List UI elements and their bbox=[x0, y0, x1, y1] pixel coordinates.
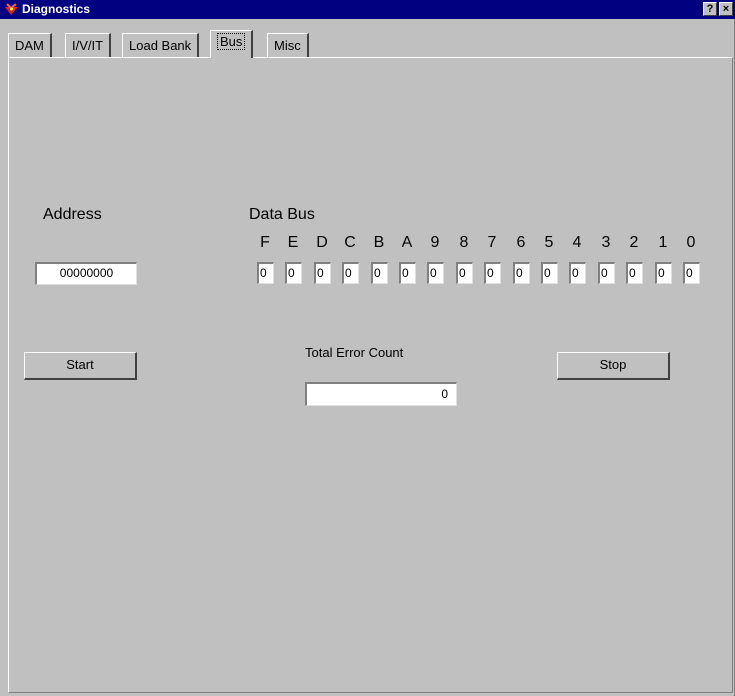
bit-label-1: 1 bbox=[658, 234, 668, 251]
bit-label-7: 7 bbox=[487, 234, 497, 251]
bit-field-5[interactable]: 0 bbox=[541, 262, 558, 284]
tab-bus[interactable]: Bus bbox=[210, 30, 254, 58]
stop-button[interactable]: Stop bbox=[557, 352, 670, 380]
total-error-count-field: 0 bbox=[305, 382, 457, 406]
bit-label-3: 3 bbox=[601, 234, 611, 251]
app-icon bbox=[5, 3, 18, 15]
window-title: Diagnostics bbox=[22, 2, 91, 16]
bit-field-a[interactable]: 0 bbox=[399, 262, 416, 284]
bit-label-f: F bbox=[260, 234, 270, 251]
bit-label-9: 9 bbox=[430, 234, 440, 251]
title-bar[interactable]: Diagnostics ? × bbox=[0, 0, 735, 19]
tab-load-bank[interactable]: Load Bank bbox=[122, 33, 200, 57]
bit-label-2: 2 bbox=[629, 234, 639, 251]
close-button[interactable]: × bbox=[719, 2, 733, 16]
bit-field-7[interactable]: 0 bbox=[484, 262, 501, 284]
bit-field-2[interactable]: 0 bbox=[626, 262, 643, 284]
data-bus-label: Data Bus bbox=[249, 206, 315, 223]
bit-field-f[interactable]: 0 bbox=[257, 262, 274, 284]
bit-field-3[interactable]: 0 bbox=[598, 262, 615, 284]
bit-field-6[interactable]: 0 bbox=[513, 262, 530, 284]
bit-label-4: 4 bbox=[572, 234, 582, 251]
bit-field-9[interactable]: 0 bbox=[427, 262, 444, 284]
tab-dam[interactable]: DAM bbox=[8, 33, 52, 57]
diagnostics-window: Diagnostics ? × DAM I/V/IT Load Bank Bus… bbox=[0, 0, 735, 696]
tab-bus-label: Bus bbox=[217, 33, 246, 50]
address-input[interactable]: 00000000 bbox=[35, 262, 137, 285]
bit-label-d: D bbox=[316, 234, 328, 251]
bit-label-b: B bbox=[373, 234, 385, 251]
bit-field-c[interactable]: 0 bbox=[342, 262, 359, 284]
start-button[interactable]: Start bbox=[24, 352, 137, 380]
tab-misc[interactable]: Misc bbox=[267, 33, 309, 57]
total-error-count-label: Total Error Count bbox=[305, 345, 404, 360]
tab-iv-it[interactable]: I/V/IT bbox=[65, 33, 112, 57]
help-button[interactable]: ? bbox=[703, 2, 717, 16]
bit-label-6: 6 bbox=[516, 234, 526, 251]
bit-field-4[interactable]: 0 bbox=[569, 262, 586, 284]
bit-label-e: E bbox=[287, 234, 299, 251]
bit-label-a: A bbox=[401, 234, 413, 251]
bit-label-c: C bbox=[344, 234, 356, 251]
address-label: Address bbox=[43, 206, 102, 223]
bit-field-8[interactable]: 0 bbox=[456, 262, 473, 284]
bit-field-b[interactable]: 0 bbox=[371, 262, 388, 284]
bit-field-0[interactable]: 0 bbox=[683, 262, 700, 284]
bit-label-5: 5 bbox=[544, 234, 554, 251]
bit-field-e[interactable]: 0 bbox=[285, 262, 302, 284]
bit-label-8: 8 bbox=[459, 234, 469, 251]
bit-field-d[interactable]: 0 bbox=[314, 262, 331, 284]
bit-label-0: 0 bbox=[686, 234, 696, 251]
bit-field-1[interactable]: 0 bbox=[655, 262, 672, 284]
